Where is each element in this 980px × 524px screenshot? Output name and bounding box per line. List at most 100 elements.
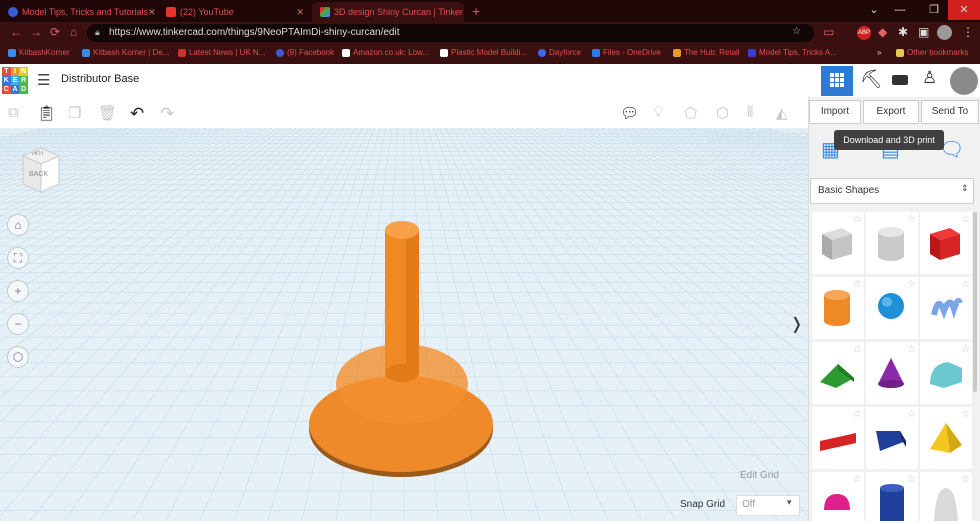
distributor-base-object[interactable] <box>300 218 500 478</box>
menu-dots-icon[interactable]: ⋮ <box>962 25 974 39</box>
star-icon[interactable]: ☆ <box>853 214 862 225</box>
puzzle-icon[interactable]: ✱ <box>898 25 908 39</box>
shape-cylinder[interactable]: ☆ <box>812 277 864 339</box>
shape-wedge[interactable]: ☆ <box>866 407 918 469</box>
close-tab-icon[interactable]: ✕ <box>148 7 155 18</box>
shape-box[interactable]: ☆ <box>812 212 864 274</box>
bookmark[interactable]: Kitbash Korner | De... <box>82 48 169 57</box>
cast-icon[interactable]: ▭ <box>823 25 834 39</box>
duplicate-icon[interactable]: ❐ <box>68 104 81 122</box>
snap-grid-select[interactable]: Off ▾ <box>736 495 800 516</box>
profile-avatar[interactable] <box>937 25 952 40</box>
forward-icon[interactable]: → <box>30 25 42 39</box>
star-icon[interactable]: ☆ <box>853 409 862 420</box>
redo-icon[interactable]: ↷ <box>160 104 174 124</box>
bookmark[interactable]: Plastic Model Buildi... <box>440 48 527 57</box>
star-icon[interactable]: ☆ <box>907 344 916 355</box>
star-icon[interactable]: ☆ <box>961 409 970 420</box>
export-button[interactable]: Export <box>863 100 919 124</box>
bookmark[interactable]: Dayforce <box>538 48 581 57</box>
new-tab-button[interactable]: + <box>472 3 480 19</box>
notes-icon[interactable]: 💬︎ <box>620 104 639 122</box>
zoom-out-button[interactable]: − <box>7 313 29 335</box>
star-icon[interactable]: ☆ <box>961 344 970 355</box>
bookmark[interactable]: Model Tips, Tricks A... <box>748 48 837 57</box>
undo-icon[interactable]: ↶ <box>130 104 144 124</box>
edit-grid-button[interactable]: Edit Grid <box>740 470 779 481</box>
add-user-icon[interactable]: ♙ <box>922 68 937 88</box>
ungroup-icon[interactable]: ⬡ <box>716 104 729 122</box>
star-icon[interactable]: ☆ <box>907 474 916 485</box>
maximize-button[interactable]: ❐ <box>918 0 950 20</box>
bookmark[interactable]: Amazon.co.uk: Low... <box>342 48 429 57</box>
bookmark[interactable]: Latest News | UK N... <box>178 48 265 57</box>
shape-cylinder-hole[interactable]: ☆ <box>866 212 918 274</box>
shape-pyramid[interactable]: ☆ <box>920 407 972 469</box>
shape-sphere[interactable]: ☆ <box>866 277 918 339</box>
perspective-button[interactable]: ⬡ <box>7 346 29 368</box>
pickaxe-icon[interactable]: ⛏︎ <box>860 69 883 90</box>
shape-cone[interactable]: ☆ <box>866 342 918 404</box>
zoom-in-button[interactable]: + <box>7 280 29 302</box>
star-icon[interactable]: ☆ <box>853 344 862 355</box>
shape-scribble[interactable]: ☆ <box>920 277 972 339</box>
star-icon[interactable]: ☆ <box>961 214 970 225</box>
design-title[interactable]: Distributor Base <box>61 73 139 85</box>
star-icon[interactable]: ☆ <box>792 26 801 37</box>
browser-tab[interactable]: (22) YouTube ✕ <box>158 2 310 22</box>
shape-red-box[interactable]: ☆ <box>920 212 972 274</box>
star-icon[interactable]: ☆ <box>961 474 970 485</box>
avatar[interactable] <box>950 67 978 95</box>
home-icon[interactable]: ⌂ <box>70 25 77 39</box>
panel-toggle-chevron-icon[interactable]: ❭ <box>790 314 803 334</box>
back-icon[interactable]: ← <box>10 25 22 39</box>
group-icon[interactable]: ⬠ <box>684 104 697 122</box>
close-tab-icon[interactable]: ✕ <box>463 7 464 18</box>
other-bookmarks[interactable]: Other bookmarks <box>896 48 968 57</box>
workplane-viewport[interactable]: Workplane TOP BACK ⌂ ⛶ + − ⬡ ❭ Edit Grid… <box>0 128 808 521</box>
minimize-button[interactable]: — <box>884 0 916 20</box>
reload-icon[interactable]: ⟳ <box>50 25 60 39</box>
align-icon[interactable]: ⫴ <box>747 104 753 121</box>
more-bookmarks-button[interactable]: » <box>877 48 881 57</box>
shape-category-select[interactable]: Basic Shapes ⇕ <box>810 178 974 204</box>
shape-round-roof[interactable]: ☆ <box>920 342 972 404</box>
import-button[interactable]: Import <box>809 100 861 124</box>
send-to-button[interactable]: Send To <box>921 100 979 124</box>
view-cube[interactable]: TOP BACK <box>20 146 62 194</box>
star-icon[interactable]: ☆ <box>907 279 916 290</box>
star-icon[interactable]: ☆ <box>853 474 862 485</box>
star-icon[interactable]: ☆ <box>853 279 862 290</box>
shape-polygon[interactable]: ☆ <box>866 472 918 521</box>
bookmark[interactable]: Files - OneDrive <box>592 48 661 57</box>
adblock-icon[interactable]: ABP <box>857 26 871 40</box>
copy-icon[interactable]: ⧉ <box>8 104 19 121</box>
star-icon[interactable]: ☆ <box>961 279 970 290</box>
browser-tab[interactable]: Model Tips, Tricks and Tutorials ✕ <box>0 2 155 22</box>
bulb-icon[interactable]: 💡︎ <box>653 104 664 121</box>
bricks-icon[interactable] <box>892 75 908 85</box>
address-bar[interactable]: 🔒︎ https://www.tinkercad.com/things/9Neo… <box>87 24 814 42</box>
close-tab-icon[interactable]: ✕ <box>296 7 304 18</box>
delete-icon[interactable]: 🗑︎ <box>98 104 117 122</box>
scrollbar[interactable] <box>973 212 977 392</box>
star-icon[interactable]: ☆ <box>907 214 916 225</box>
star-icon[interactable]: ☆ <box>907 409 916 420</box>
close-window-button[interactable]: ✕ <box>948 0 980 20</box>
bookmark[interactable]: The Hub: Retail <box>673 48 740 57</box>
home-view-button[interactable]: ⌂ <box>7 214 29 236</box>
extension-icon[interactable]: ◆ <box>878 25 887 39</box>
design-list-icon[interactable]: ☰ <box>37 71 50 89</box>
shape-half-sphere[interactable]: ☆ <box>812 472 864 521</box>
3d-view-button[interactable] <box>821 66 853 96</box>
mirror-icon[interactable]: ◭ <box>776 104 788 122</box>
shape-roof[interactable]: ☆ <box>812 342 864 404</box>
shape-paraboloid[interactable]: ☆ <box>920 472 972 521</box>
paste-icon[interactable]: 📋︎ <box>37 104 56 122</box>
tinkercad-logo[interactable]: T I N K E R C A D <box>2 67 28 94</box>
bookmark[interactable]: KitbashKorner <box>8 48 70 57</box>
browser-tab-active[interactable]: 3D design Shiny Curcan | Tinker ✕ <box>312 2 464 22</box>
fit-view-button[interactable]: ⛶ <box>7 247 29 269</box>
sidebar-icon[interactable]: ▣ <box>918 25 929 39</box>
bookmark[interactable]: (9) Facebook <box>276 48 334 57</box>
